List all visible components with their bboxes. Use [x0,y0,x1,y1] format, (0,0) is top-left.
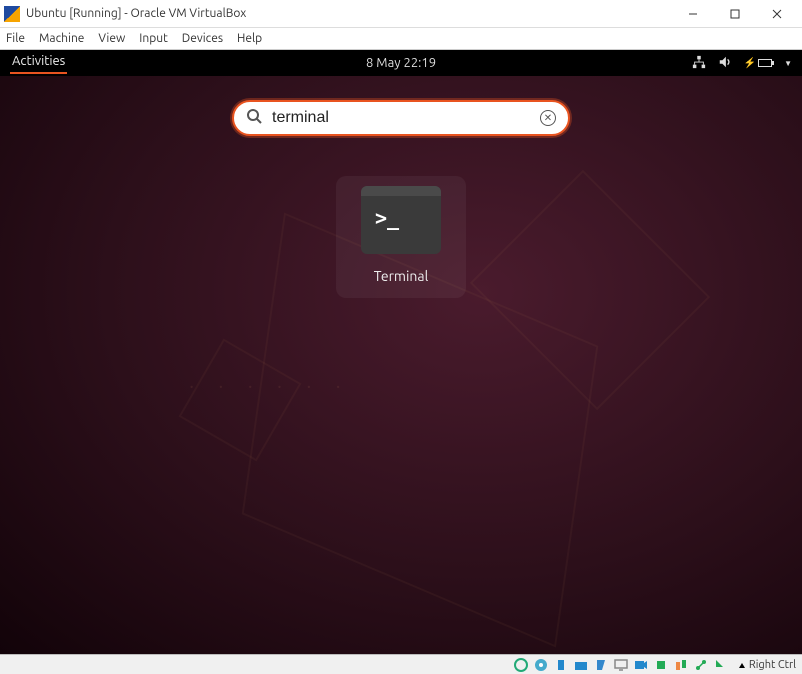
network-status-icon[interactable] [693,658,709,672]
result-label: Terminal [374,268,429,284]
menu-input[interactable]: Input [139,32,168,45]
display-icon[interactable] [613,658,629,672]
network-icon [692,55,706,72]
search-overlay: ✕ >_ Terminal [232,100,570,298]
chevron-down-icon: ▼ [784,59,792,68]
search-input[interactable] [272,109,530,127]
clipboard-icon[interactable] [593,658,609,672]
background-dots: • • • • • • [190,382,352,392]
window-title: Ubuntu [Running] - Oracle VM VirtualBox [26,7,672,20]
vbox-menubar: File Machine View Input Devices Help [0,28,802,50]
close-button[interactable] [756,2,798,26]
cpu-icon[interactable] [653,658,669,672]
clear-search-button[interactable]: ✕ [540,110,556,126]
menu-help[interactable]: Help [237,32,262,45]
minimize-button[interactable] [672,2,714,26]
usb-icon[interactable] [553,658,569,672]
search-result-terminal[interactable]: >_ Terminal [336,176,466,298]
shared-folder-icon[interactable] [573,658,589,672]
optical-disc-icon[interactable] [533,658,549,672]
recording-icon[interactable] [633,658,649,672]
battery-icon: ⚡ [744,57,772,69]
system-tray[interactable]: ⚡ ▼ [692,55,792,72]
keyboard-icon[interactable] [713,658,729,672]
hard-disk-icon[interactable] [513,658,529,672]
menu-devices[interactable]: Devices [182,32,223,45]
menu-view[interactable]: View [98,32,125,45]
menu-machine[interactable]: Machine [39,32,84,45]
volume-icon [718,55,732,72]
gnome-topbar: Activities 8 May 22:19 ⚡ ▼ [0,50,802,76]
host-key-indicator[interactable]: Right Ctrl [737,659,796,671]
search-icon [246,108,262,128]
menu-file[interactable]: File [6,32,25,45]
clock[interactable]: 8 May 22:19 [366,56,436,70]
maximize-button[interactable] [714,2,756,26]
virtualbox-icon [4,6,20,22]
terminal-icon: >_ [361,186,441,254]
mouse-integration-icon[interactable] [673,658,689,672]
vbox-titlebar: Ubuntu [Running] - Oracle VM VirtualBox [0,0,802,28]
window-controls [672,2,798,26]
vm-screen: • • • • • • Activities 8 May 22:19 ⚡ ▼ ✕ [0,50,802,654]
activities-button[interactable]: Activities [10,52,67,74]
vbox-statusbar: Right Ctrl [0,654,802,674]
search-box: ✕ [232,100,570,136]
